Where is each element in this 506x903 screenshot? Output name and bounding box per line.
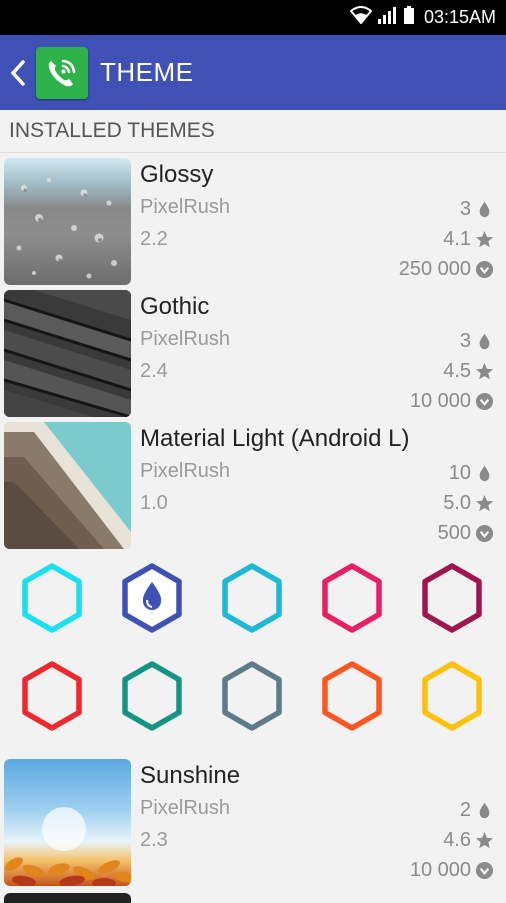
hexagon-icon xyxy=(122,563,182,633)
hexagon-icon xyxy=(22,563,82,633)
drop-icon xyxy=(479,333,490,350)
drop-icon xyxy=(479,201,490,218)
theme-author: PixelRush xyxy=(140,797,231,819)
clock: 03:15AM xyxy=(423,7,496,27)
drop-icon xyxy=(479,802,490,819)
theme-downloads: 10 000 xyxy=(410,859,494,882)
battery-icon xyxy=(403,6,414,29)
theme-rating: 4.5 xyxy=(443,360,494,383)
star-icon xyxy=(475,230,494,248)
theme-downloads: 500 xyxy=(438,522,494,545)
theme-version: 2.2 xyxy=(140,228,168,250)
theme-rating: 4.6 xyxy=(443,829,494,852)
hexagon-icon xyxy=(222,661,282,731)
hexagon-icon xyxy=(22,661,82,731)
back-button[interactable] xyxy=(2,59,34,87)
download-icon xyxy=(475,392,494,411)
hexagon-icon xyxy=(322,661,382,731)
theme-rating: 4.1 xyxy=(443,228,494,251)
theme-downloads: 250 000 xyxy=(399,258,494,281)
theme-colors: 3 xyxy=(460,330,494,353)
theme-name: Material Light (Android L) xyxy=(140,425,410,452)
color-swatch[interactable] xyxy=(20,562,84,634)
theme-name: Glossy xyxy=(140,161,214,188)
wifi-icon xyxy=(349,6,373,29)
color-swatch-grid xyxy=(0,554,506,754)
theme-item-material-light[interactable]: Material Light (Android L) PixelRush 1.0… xyxy=(0,422,506,549)
theme-author: PixelRush xyxy=(140,328,231,350)
theme-author: PixelRush xyxy=(140,196,231,218)
theme-version: 1.0 xyxy=(140,492,168,514)
color-swatch[interactable] xyxy=(420,660,484,732)
hexagon-icon xyxy=(422,563,482,633)
theme-colors: 10 xyxy=(449,462,494,485)
theme-thumbnail-partial xyxy=(4,893,131,903)
color-swatch[interactable] xyxy=(420,562,484,634)
status-bar: 03:15AM xyxy=(0,0,506,35)
theme-item-glossy[interactable]: Glossy PixelRush 2.2 3 4.1 250 000 xyxy=(0,158,506,285)
theme-rating: 5.0 xyxy=(443,492,494,515)
theme-item-gothic[interactable]: Gothic PixelRush 2.4 3 4.5 10 000 xyxy=(0,290,506,417)
theme-item-sunshine[interactable]: Sunshine PixelRush 2.3 2 4.6 10 000 xyxy=(0,759,506,886)
theme-thumbnail xyxy=(4,422,131,549)
download-icon xyxy=(475,524,494,543)
hexagon-icon xyxy=(222,563,282,633)
theme-colors: 2 xyxy=(460,799,494,822)
drop-icon xyxy=(479,465,490,482)
download-icon xyxy=(475,861,494,880)
color-swatch[interactable] xyxy=(220,562,284,634)
hexagon-icon xyxy=(322,563,382,633)
app-logo xyxy=(36,46,88,99)
color-swatch[interactable] xyxy=(320,562,384,634)
theme-thumbnail xyxy=(4,759,131,886)
theme-thumbnail xyxy=(4,290,131,417)
chevron-left-icon xyxy=(10,59,25,86)
color-swatch[interactable] xyxy=(320,660,384,732)
download-icon xyxy=(475,260,494,279)
star-icon xyxy=(475,362,494,380)
theme-name: Sunshine xyxy=(140,762,241,789)
hexagon-icon xyxy=(122,661,182,731)
hexagon-icon xyxy=(422,661,482,731)
color-swatch[interactable] xyxy=(220,660,284,732)
app-bar: THEME xyxy=(0,35,506,110)
theme-downloads: 10 000 xyxy=(410,390,494,413)
theme-author: PixelRush xyxy=(140,460,231,482)
theme-version: 2.3 xyxy=(140,829,168,851)
theme-version: 2.4 xyxy=(140,360,168,382)
color-swatch[interactable] xyxy=(120,660,184,732)
color-swatch[interactable] xyxy=(20,660,84,732)
page-title: THEME xyxy=(100,57,194,87)
signal-icon xyxy=(377,6,398,29)
phone-call-icon xyxy=(48,59,76,86)
star-icon xyxy=(475,494,494,512)
section-header: INSTALLED THEMES xyxy=(0,110,506,153)
color-swatch[interactable] xyxy=(120,562,184,634)
theme-colors: 3 xyxy=(460,198,494,221)
theme-thumbnail xyxy=(4,158,131,285)
theme-name: Gothic xyxy=(140,293,210,320)
star-icon xyxy=(475,831,494,849)
